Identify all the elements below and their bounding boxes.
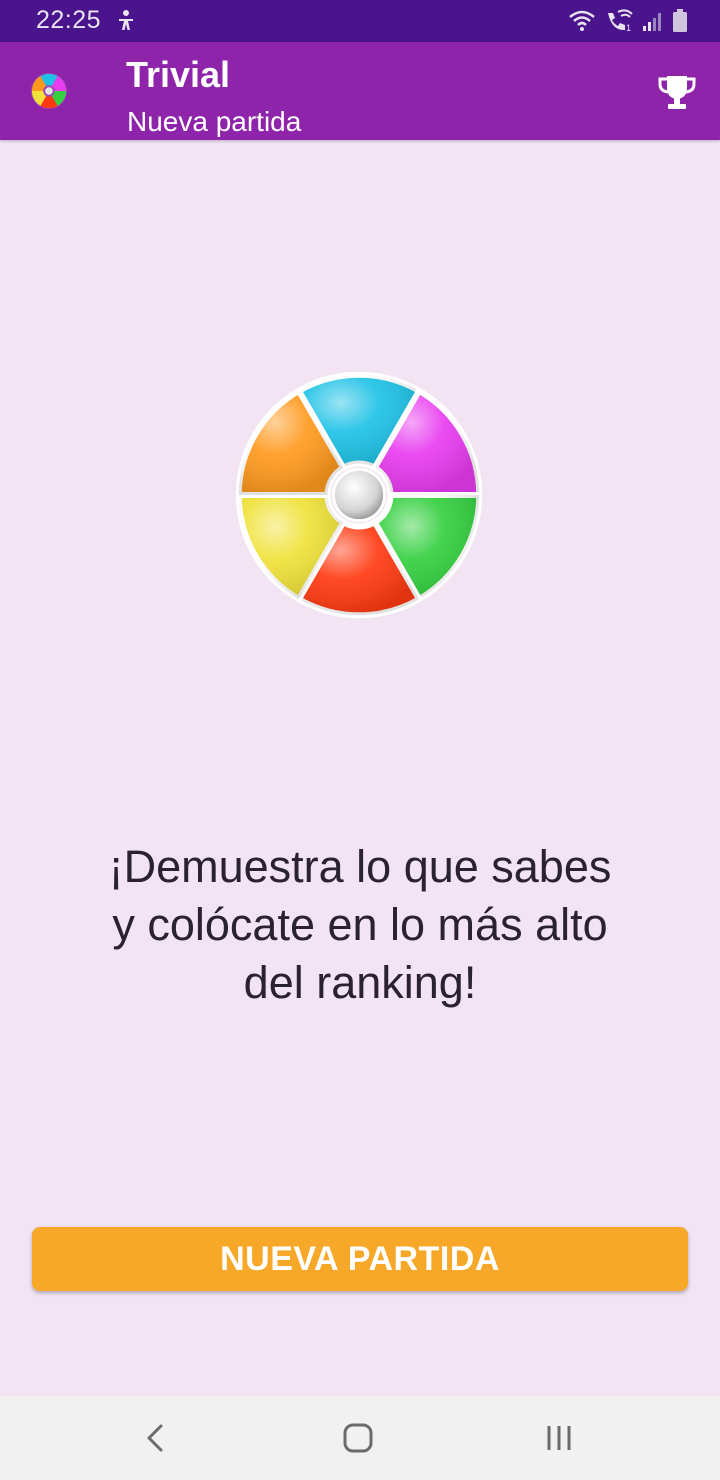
svg-text:1: 1 [626,23,631,33]
tagline-line: y colócate en lo más alto [112,899,608,950]
accessibility-icon [119,10,133,30]
wifi-calling-icon: 1 [608,9,633,33]
trivial-wheel-icon [30,72,68,110]
back-icon[interactable] [134,1416,178,1460]
status-time: 22:25 [36,6,102,34]
app-bar: Trivial Nueva partida [0,42,720,140]
ranking-button[interactable] [654,70,700,114]
app-subtitle: Nueva partida [127,106,302,137]
trophy-icon [658,76,696,109]
tagline: ¡Demuestra lo que sabes y colócate en lo… [60,838,660,1012]
tagline-line: del ranking! [243,957,477,1008]
wifi-icon [569,10,595,31]
home-icon[interactable] [336,1416,380,1460]
new-game-button[interactable]: NUEVA PARTIDA [32,1227,688,1291]
recent-apps-icon[interactable] [538,1416,582,1460]
navigation-bar [0,1396,720,1480]
app-title: Trivial [126,54,231,95]
signal-icon [643,13,661,31]
tagline-line: ¡Demuestra lo que sabes [108,841,612,892]
battery-icon [673,9,687,32]
trivial-wheel-icon [235,371,483,619]
status-bar: 22:25 1 [0,0,720,42]
